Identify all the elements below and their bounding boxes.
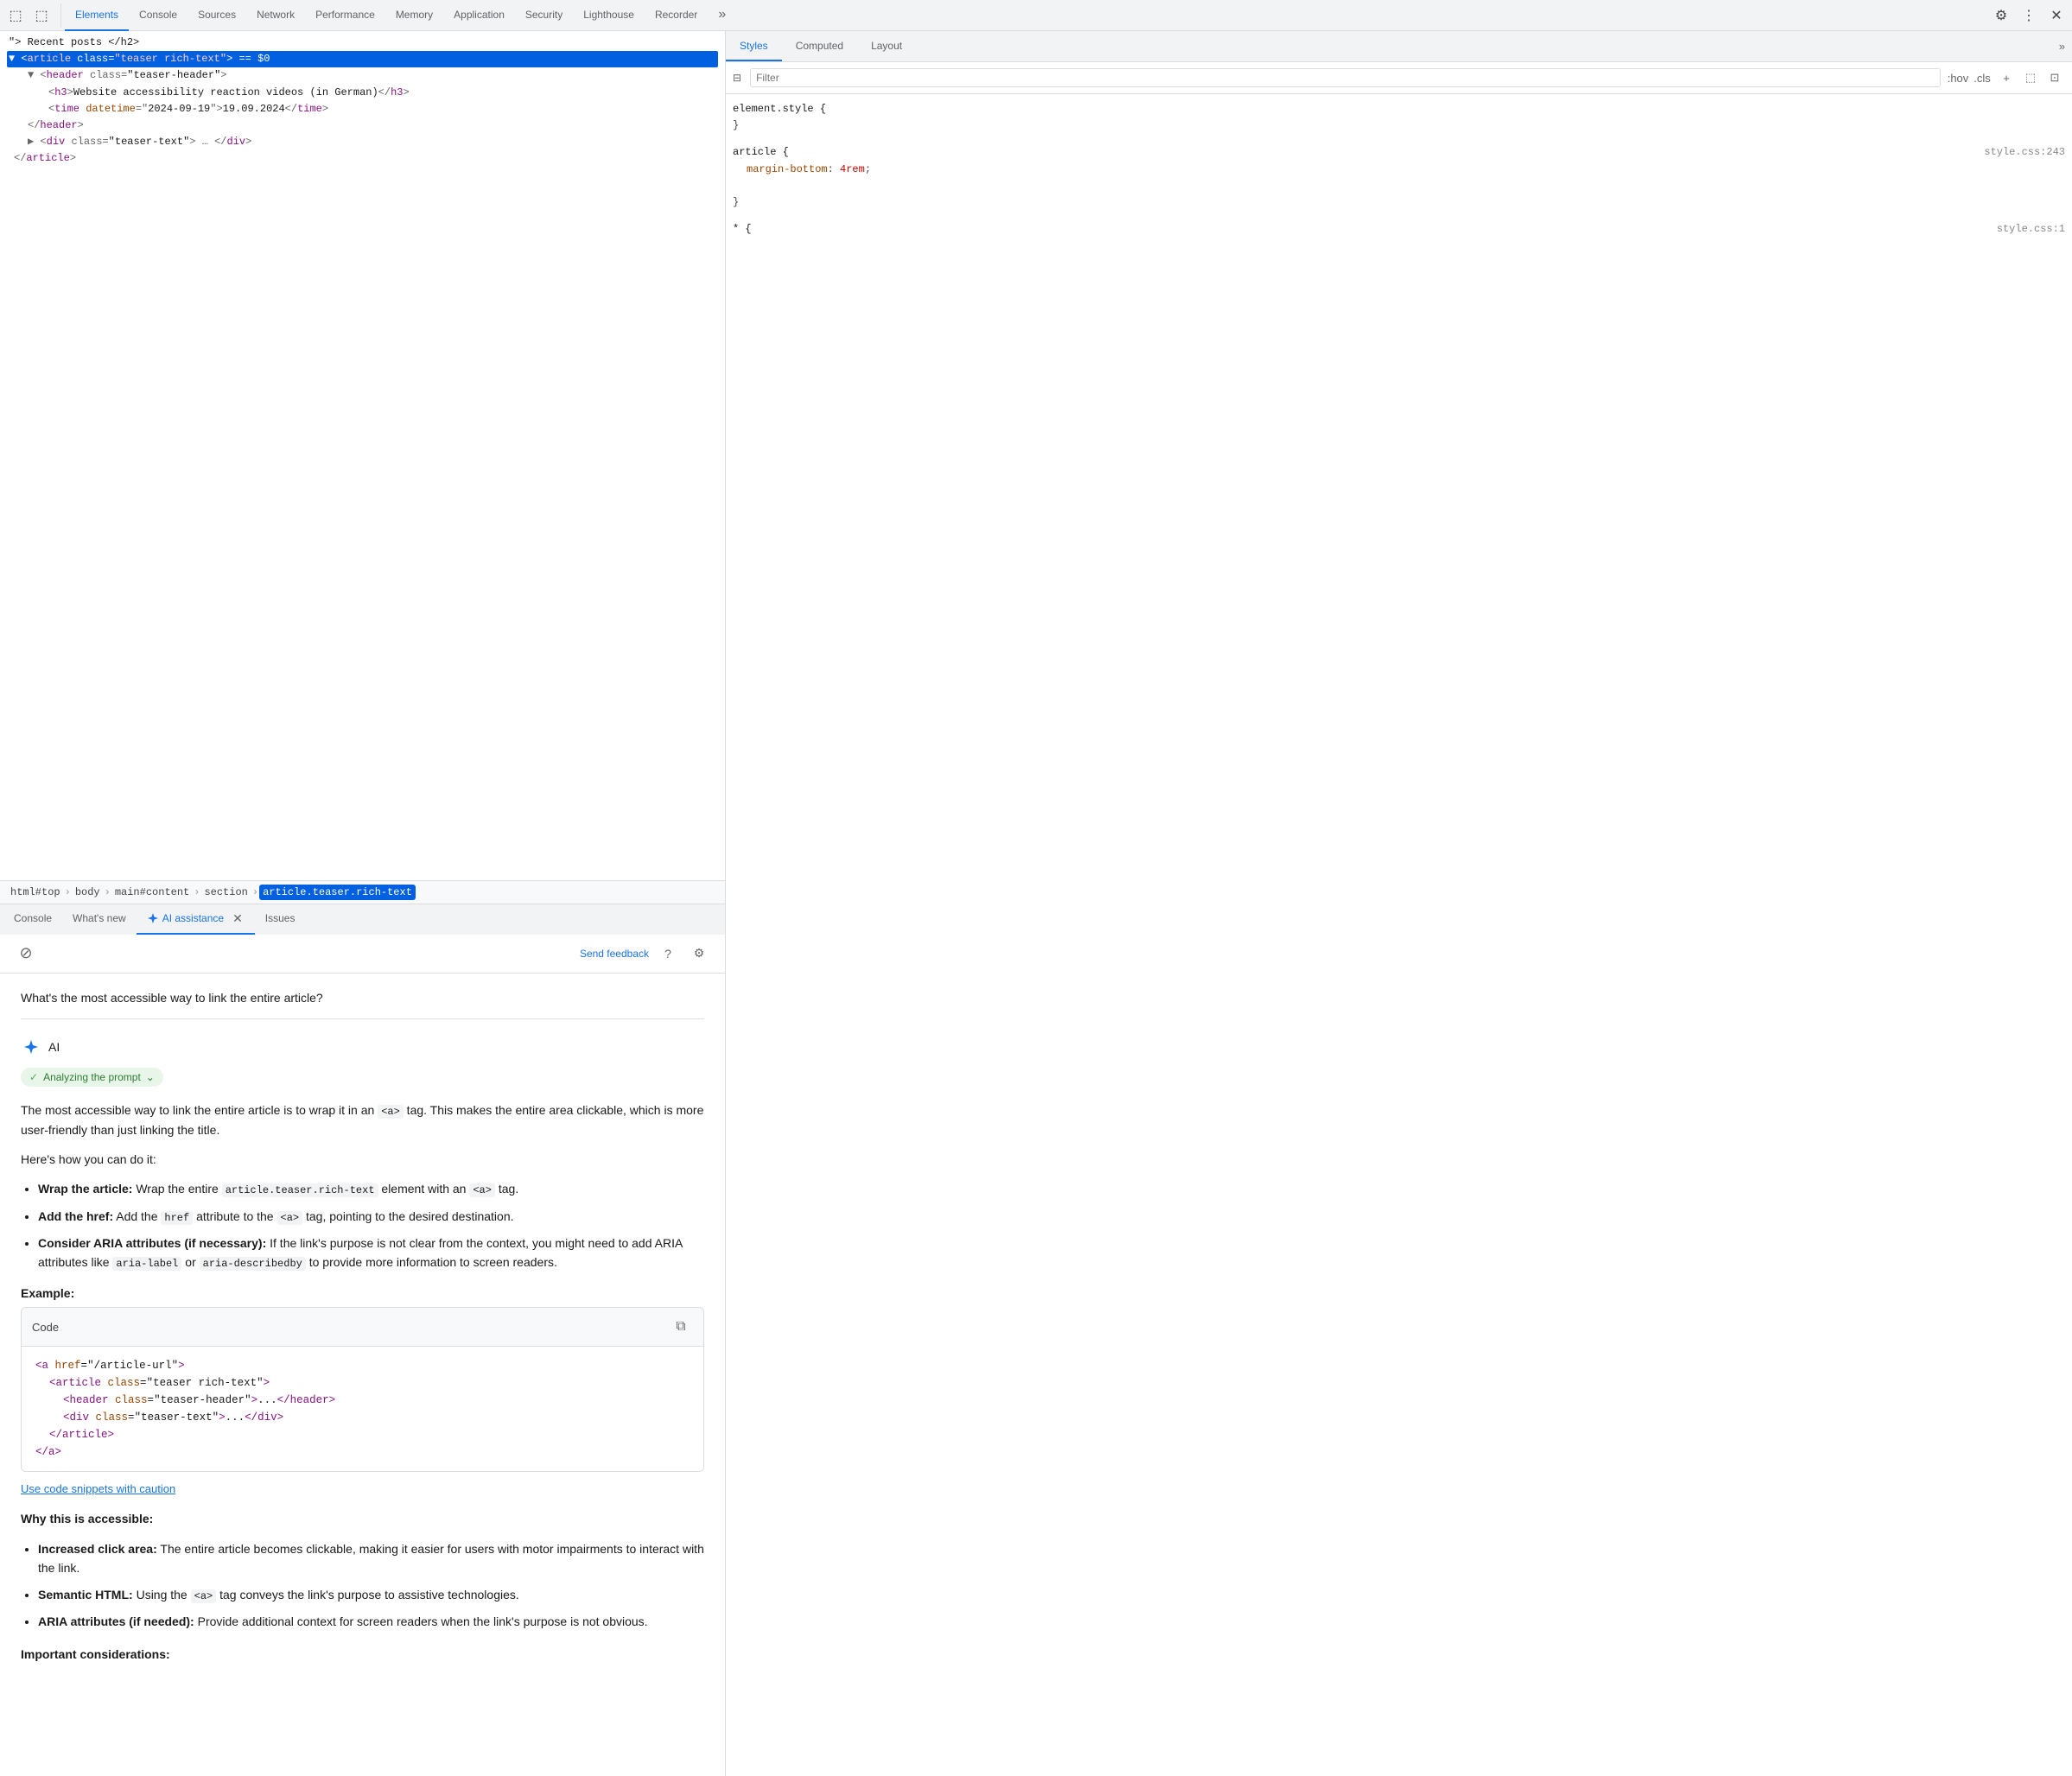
bullet-list: Wrap the article: Wrap the entire articl… (21, 1179, 704, 1272)
styles-content: element.style { } article { style.css:24… (726, 94, 2072, 1776)
send-feedback-link[interactable]: Send feedback (580, 948, 649, 960)
bullet-href: Add the href: Add the href attribute to … (38, 1207, 704, 1227)
ai-panel: ⊘ Send feedback ? ⚙ What's the most acce… (0, 935, 725, 1776)
example-label: Example: (21, 1286, 704, 1300)
tab-security[interactable]: Security (515, 0, 573, 31)
style-rule-article: article { style.css:243 margin-bottom: 4… (733, 144, 2065, 211)
breadcrumb-body[interactable]: body (72, 885, 104, 900)
tree-line-1: "> Recent posts </h2> (7, 35, 718, 51)
tab-styles[interactable]: Styles (726, 31, 782, 61)
tab-ai-assistance[interactable]: AI assistance ✕ (137, 904, 255, 935)
add-style-button[interactable]: + (1996, 67, 2017, 88)
help-button[interactable]: ? (656, 942, 680, 966)
tab-console[interactable]: Console (129, 0, 187, 31)
response-intro: The most accessible way to link the enti… (21, 1100, 704, 1140)
tab-application[interactable]: Application (443, 0, 515, 31)
inspect-icon[interactable]: ⬚ (29, 3, 54, 28)
styles-tabs: Styles Computed Layout » (726, 31, 2072, 62)
bullet-aria: Consider ARIA attributes (if necessary):… (38, 1234, 704, 1273)
why-accessible-label: Why this is accessible: (21, 1509, 704, 1528)
caution-link[interactable]: Use code snippets with caution (21, 1482, 175, 1495)
why-bullet-list: Increased click area: The entire article… (21, 1539, 704, 1631)
main-tab-bar: Elements Console Sources Network Perform… (65, 0, 736, 31)
devtools-main: "> Recent posts </h2> ▼ <article class="… (0, 31, 2072, 1776)
why-bullet-semantic: Semantic HTML: Using the <a> tag conveys… (38, 1585, 704, 1605)
top-right-controls: ⚙ ⋮ ✕ (1989, 3, 2069, 28)
tree-line-article-close: </article> (7, 150, 718, 167)
why-bullet-aria: ARIA attributes (if needed): Provide add… (38, 1612, 704, 1631)
html-tree[interactable]: "> Recent posts </h2> ▼ <article class="… (0, 31, 725, 880)
cls-filter-button[interactable]: .cls (1972, 67, 1993, 88)
undock-button[interactable]: ✕ (2044, 3, 2069, 28)
ai-response-header: AI (21, 1037, 704, 1057)
tab-issues[interactable]: Issues (255, 904, 306, 935)
ai-topbar-left: ⊘ (14, 942, 38, 966)
breadcrumb-html[interactable]: html#top (7, 885, 64, 900)
tree-line-header-open: ▼ <header class="teaser-header"> (7, 67, 718, 84)
why-bullet-click: Increased click area: The entire article… (38, 1539, 704, 1578)
code-body: <a href="/article-url"> <article class="… (22, 1347, 703, 1471)
tree-line-time: <time datetime="2024-09-19">19.09.2024</… (7, 101, 718, 117)
bullet-wrap: Wrap the article: Wrap the entire articl… (38, 1179, 704, 1199)
tab-lighthouse[interactable]: Lighthouse (573, 0, 645, 31)
style-rule-star: * { style.css:1 (733, 221, 2065, 238)
ai-content: What's the most accessible way to link t… (0, 974, 725, 1692)
cancel-button[interactable]: ⊘ (14, 942, 38, 966)
styles-filter-bar: ⊟ :hov .cls + ⬚ ⊡ (726, 62, 2072, 94)
tree-line-div: ▶ <div class="teaser-text"> … </div> (7, 134, 718, 150)
left-panel: "> Recent posts </h2> ▼ <article class="… (0, 31, 726, 1776)
copy-button[interactable]: ⧉ (669, 1315, 693, 1339)
breadcrumb-article[interactable]: article.teaser.rich-text (259, 885, 416, 900)
tab-recorder[interactable]: Recorder (645, 0, 708, 31)
analyzing-text: Analyzing the prompt (43, 1071, 141, 1083)
tab-layout[interactable]: Layout (857, 31, 916, 61)
styles-filter-input[interactable] (750, 68, 1941, 87)
top-tab-bar: ⬚ ⬚ Elements Console Sources Network Per… (0, 0, 2072, 31)
bottom-tab-bar: Console What's new AI assistance ✕ Issue… (0, 904, 725, 935)
how-to-label: Here's how you can do it: (21, 1150, 704, 1169)
ai-label: AI (48, 1040, 60, 1054)
right-panel: Styles Computed Layout » ⊟ :hov .cls + ⬚… (726, 31, 2072, 1776)
settings-button[interactable]: ⚙ (1989, 3, 2013, 28)
ai-settings-button[interactable]: ⚙ (687, 942, 711, 966)
tree-line-header-close: </header> (7, 117, 718, 134)
breadcrumb-section[interactable]: section (200, 885, 251, 900)
tab-elements[interactable]: Elements (65, 0, 129, 31)
hover-filter-button[interactable]: :hov (1948, 67, 1968, 88)
cursor-icon[interactable]: ⬚ (3, 3, 28, 28)
code-block-header: Code ⧉ (22, 1308, 703, 1347)
checkmark-icon: ✓ (29, 1071, 38, 1083)
breadcrumb-main[interactable]: main#content (111, 885, 193, 900)
tab-network[interactable]: Network (246, 0, 305, 31)
user-question: What's the most accessible way to link t… (21, 991, 704, 1019)
copy-styles-button[interactable]: ⬚ (2020, 67, 2041, 88)
tab-sources[interactable]: Sources (187, 0, 246, 31)
close-ai-tab[interactable]: ✕ (231, 910, 245, 928)
analyzing-badge: ✓ Analyzing the prompt ⌄ (21, 1068, 163, 1087)
style-rule-element: element.style { } (733, 101, 2065, 134)
code-block: Code ⧉ <a href="/article-url"> <article … (21, 1307, 704, 1472)
layout-icon-button[interactable]: ⊡ (2044, 67, 2065, 88)
tab-more[interactable]: » (708, 0, 736, 31)
tab-computed[interactable]: Computed (782, 31, 857, 61)
tab-memory[interactable]: Memory (385, 0, 443, 31)
tab-console-bottom[interactable]: Console (3, 904, 62, 935)
devtools-icons: ⬚ ⬚ (3, 3, 61, 28)
code-title: Code (32, 1321, 59, 1334)
tree-line-article[interactable]: ▼ <article class="teaser rich-text"> == … (7, 51, 718, 67)
tab-whats-new[interactable]: What's new (62, 904, 137, 935)
tab-performance[interactable]: Performance (305, 0, 385, 31)
styles-more[interactable]: » (2059, 40, 2072, 53)
ai-icon (21, 1037, 41, 1057)
breadcrumb: html#top › body › main#content › section… (0, 880, 725, 904)
more-menu-button[interactable]: ⋮ (2017, 3, 2041, 28)
filter-icons: :hov .cls + ⬚ ⊡ (1948, 67, 2065, 88)
ai-sparkle-icon (147, 912, 159, 924)
ai-topbar: ⊘ Send feedback ? ⚙ (0, 935, 725, 974)
important-label: Important considerations: (21, 1645, 704, 1664)
tree-line-h3: <h3>Website accessibility reaction video… (7, 85, 718, 101)
chevron-icon: ⌄ (146, 1071, 155, 1083)
